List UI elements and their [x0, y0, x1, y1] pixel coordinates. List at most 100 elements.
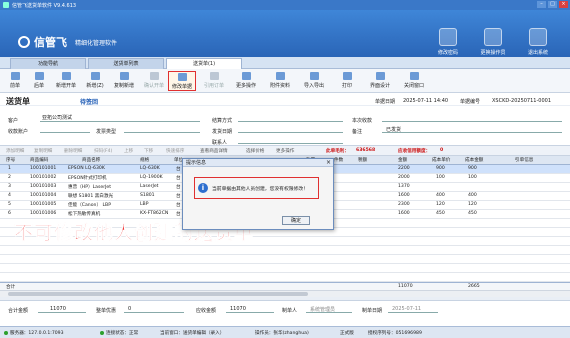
table-cell[interactable]: 900	[436, 166, 445, 171]
table-cell[interactable]: 400	[468, 193, 477, 198]
col-header[interactable]: 引单信息	[515, 157, 533, 163]
table-row[interactable]	[0, 246, 570, 255]
table-cell[interactable]: EPSON针式打印机	[68, 175, 107, 181]
table-cell[interactable]: 佳能（Canon） LBP	[68, 202, 111, 208]
col-header[interactable]: 成本单价	[432, 157, 450, 163]
table-cell[interactable]: LaserJet	[140, 184, 158, 189]
tab-delivery-order[interactable]: 送货单(1)	[166, 58, 242, 69]
ship-date-field[interactable]	[238, 132, 343, 133]
table-cell[interactable]: EPSON LQ-630K	[68, 166, 105, 171]
table-cell[interactable]: 松下热敏传真机	[68, 211, 100, 217]
maximize-icon[interactable]: □	[548, 1, 557, 8]
table-cell[interactable]: 5	[8, 202, 11, 207]
col-header[interactable]: 商品编码	[30, 157, 48, 163]
table-cell[interactable]: 台	[176, 211, 181, 217]
choose-price-button[interactable]: 选择价格	[246, 148, 264, 154]
new-order-button[interactable]: 新增开单	[52, 71, 80, 91]
settle-field[interactable]	[238, 121, 343, 122]
add-row-button[interactable]: 添加明细	[6, 148, 24, 154]
copy-row-button[interactable]: 复制明细	[34, 148, 52, 154]
col-header[interactable]: 件数	[334, 157, 343, 163]
detail-more-button[interactable]: 更多操作	[276, 148, 294, 154]
switch-operator-button[interactable]: 更换操作员	[475, 28, 511, 56]
table-cell[interactable]: KX-FT862CN	[140, 211, 168, 216]
close-icon[interactable]: ×	[326, 159, 331, 167]
collect-field[interactable]	[382, 121, 562, 122]
table-cell[interactable]: 450	[436, 211, 445, 216]
table-cell[interactable]: 2200	[398, 166, 410, 171]
table-cell[interactable]: 400	[436, 193, 445, 198]
table-cell[interactable]: 台	[176, 184, 181, 190]
table-cell[interactable]: 450	[468, 211, 477, 216]
new-z-button[interactable]: 新增(Z)	[82, 71, 108, 91]
table-cell[interactable]: 2	[8, 175, 11, 180]
import-export-button[interactable]: 导入导出	[300, 71, 328, 91]
payee-field[interactable]	[40, 132, 90, 133]
table-cell[interactable]: 3	[8, 184, 11, 189]
table-cell[interactable]: 900	[468, 166, 477, 171]
table-cell[interactable]: 1	[8, 166, 11, 171]
table-cell[interactable]: 100101001	[30, 166, 56, 171]
table-cell[interactable]: 台	[176, 202, 181, 208]
exit-system-button[interactable]: 退出系统	[520, 28, 556, 56]
tab-navigation[interactable]: 功能导航	[10, 58, 86, 69]
doc-date-value[interactable]: 2025-07-11 14:40	[403, 98, 448, 104]
table-cell[interactable]: 100	[436, 175, 445, 180]
col-header[interactable]: 金额	[398, 157, 407, 163]
grid-hscrollbar[interactable]	[0, 290, 570, 297]
quote-order-button[interactable]: 引用订单	[200, 71, 228, 91]
table-row[interactable]	[0, 264, 570, 273]
col-header[interactable]: 税额	[358, 157, 367, 163]
table-cell[interactable]: 120	[436, 202, 445, 207]
delete-row-button[interactable]: 删除明细	[64, 148, 82, 154]
table-cell[interactable]: S1801	[140, 193, 155, 198]
table-cell[interactable]: 100101005	[30, 202, 56, 207]
minimize-icon[interactable]: –	[537, 1, 546, 8]
table-cell[interactable]: LQ-1900K	[140, 175, 163, 180]
copy-new-button[interactable]: 复制新增	[110, 71, 138, 91]
customer-field[interactable]: 亚拓公司测试	[42, 114, 72, 121]
close-icon[interactable]: ×	[559, 1, 568, 8]
col-header[interactable]: 规格	[140, 157, 149, 163]
table-cell[interactable]: LQ-630K	[140, 166, 160, 171]
table-row[interactable]	[0, 273, 570, 282]
change-password-button[interactable]: 修改密码	[430, 28, 466, 56]
ok-button[interactable]: 确定	[282, 216, 310, 225]
edit-doc-button[interactable]: 修改单据	[168, 71, 196, 91]
table-cell[interactable]: 惠普（HP）LaserJet	[68, 184, 111, 190]
table-cell[interactable]: 台	[176, 193, 181, 199]
doc-no-value[interactable]: XSCKD-20250711-0001	[492, 98, 551, 104]
table-cell[interactable]: LBP	[140, 202, 148, 207]
print-button[interactable]: 打印	[336, 71, 358, 91]
tab-delivery-list[interactable]: 送货单列表	[88, 58, 164, 69]
table-cell[interactable]: 4	[8, 193, 11, 198]
attachments-button[interactable]: 附件资料	[266, 71, 294, 91]
move-up-button[interactable]: 上移	[124, 148, 133, 154]
table-cell[interactable]: 台	[176, 175, 181, 181]
table-cell[interactable]: 120	[468, 202, 477, 207]
table-cell[interactable]: 6	[8, 211, 11, 216]
ui-design-button[interactable]: 界面设计	[366, 71, 394, 91]
scan-button[interactable]: 扫码(F4)	[94, 148, 112, 154]
table-cell[interactable]: 1600	[398, 193, 410, 198]
move-down-button[interactable]: 下移	[144, 148, 153, 154]
table-cell[interactable]: 2300	[398, 202, 410, 207]
table-cell[interactable]: 1370	[398, 184, 410, 189]
confirm-order-button[interactable]: 确认开单	[140, 71, 168, 91]
product-detail-button[interactable]: 查看商品详情	[200, 148, 228, 154]
col-header[interactable]: 序号	[6, 157, 15, 163]
table-cell[interactable]: 100101003	[30, 184, 56, 189]
table-cell[interactable]: 1600	[398, 211, 410, 216]
table-cell[interactable]: 联想 S1801 黑白激光	[68, 193, 113, 199]
table-cell[interactable]: 100101002	[30, 175, 56, 180]
table-cell[interactable]: 台	[176, 166, 181, 172]
close-window-button[interactable]: 关闭窗口	[400, 71, 428, 91]
table-cell[interactable]: 100101004	[30, 193, 56, 198]
prev-doc-button[interactable]: 前单	[4, 71, 26, 91]
table-row[interactable]	[0, 255, 570, 264]
invoice-field[interactable]	[124, 132, 200, 133]
table-cell[interactable]: 100101006	[30, 211, 56, 216]
quick-sort-button[interactable]: 快速排序	[166, 148, 184, 154]
table-cell[interactable]: 100	[468, 175, 477, 180]
contact-field[interactable]	[238, 143, 343, 144]
